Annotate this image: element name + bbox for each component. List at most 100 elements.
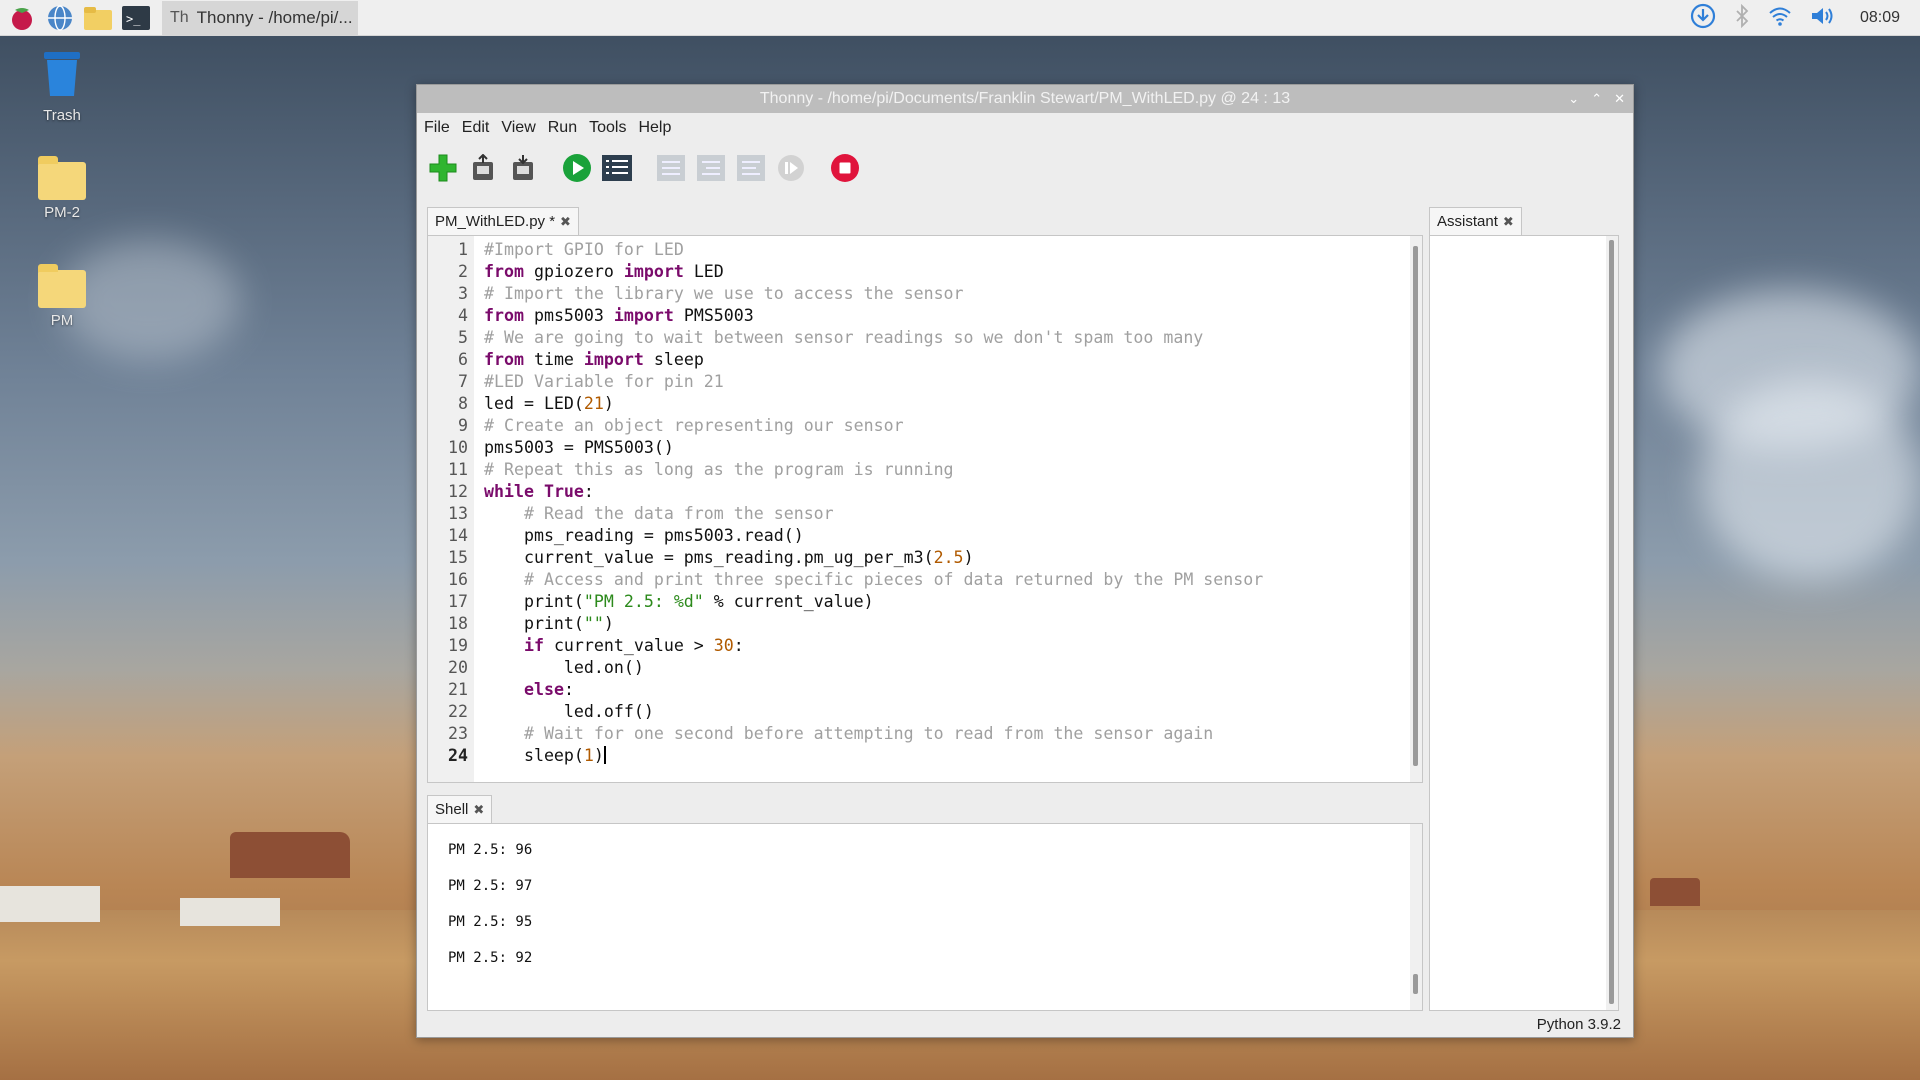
code-text: # Repeat this as long as the program is … [484, 460, 954, 479]
code-editor[interactable]: 1 #Import GPIO for LED 2 from gpiozero imp… [427, 235, 1423, 783]
code-line: 19 if current_value > 30: [428, 635, 1422, 657]
menu-view[interactable]: View [501, 119, 535, 137]
taskbar: >_ Th Thonny - /home/pi/... 08:09 [0, 0, 1920, 36]
line-number: 9 [458, 416, 468, 435]
thonny-window: Thonny - /home/pi/Documents/Franklin Ste… [416, 84, 1634, 1038]
toolbar [417, 143, 1633, 193]
code-text: pms5003 = PMS5003() [484, 438, 674, 457]
volume-icon[interactable] [1810, 5, 1836, 32]
code-text: from time import sleep [484, 350, 704, 369]
step-out-button[interactable] [735, 152, 767, 184]
step-into-button[interactable] [695, 152, 727, 184]
editor-scrollbar[interactable] [1410, 236, 1422, 782]
tab-assistant[interactable]: Assistant ✖ [1429, 207, 1522, 235]
code-text: # Import the library we use to access th… [484, 284, 964, 303]
close-tab-icon[interactable]: ✖ [1503, 214, 1514, 230]
code-text: from pms5003 import PMS5003 [484, 306, 754, 325]
code-line: 21 else: [428, 679, 1422, 701]
code-line: 2 from gpiozero import LED [428, 261, 1422, 283]
tab-shell[interactable]: Shell ✖ [427, 795, 493, 823]
code-text: current_value = pms_reading.pm_ug_per_m3… [484, 548, 974, 567]
desktop-icon-pm[interactable]: PM [30, 264, 94, 329]
line-number: 3 [458, 284, 468, 303]
assistant-scrollbar[interactable] [1606, 236, 1618, 1010]
step-over-button[interactable] [655, 152, 687, 184]
code-text: # We are going to wait between sensor re… [484, 328, 1204, 347]
code-text: #LED Variable for pin 21 [484, 372, 724, 391]
debug-icon [602, 155, 632, 181]
maximize-icon[interactable]: ⌃ [1591, 91, 1602, 107]
code-line: 16 # Access and print three specific pie… [428, 569, 1422, 591]
file-manager-icon[interactable] [82, 3, 114, 33]
menu-tools[interactable]: Tools [589, 119, 626, 137]
menubar: File Edit View Run Tools Help [417, 113, 1633, 143]
window-titlebar[interactable]: Thonny - /home/pi/Documents/Franklin Ste… [417, 85, 1633, 113]
clock[interactable]: 08:09 [1860, 9, 1900, 27]
run-button[interactable] [561, 152, 593, 184]
open-file-button[interactable] [467, 152, 499, 184]
trash-icon [44, 52, 80, 96]
shell-scrollbar[interactable] [1410, 824, 1422, 1010]
minimize-icon[interactable]: ⌄ [1568, 91, 1579, 107]
tab-label: PM_WithLED.py * [435, 213, 556, 230]
line-number: 15 [448, 548, 468, 567]
plus-icon [429, 154, 457, 182]
code-text: pms_reading = pms5003.read() [484, 526, 804, 545]
taskbar-thonny-task[interactable]: Th Thonny - /home/pi/... [162, 0, 358, 35]
browser-icon[interactable] [44, 3, 76, 33]
stop-button[interactable] [829, 152, 861, 184]
code-line: 4 from pms5003 import PMS5003 [428, 305, 1422, 327]
close-icon[interactable]: ✕ [1614, 91, 1625, 107]
terminal-icon[interactable]: >_ [120, 3, 152, 33]
code-line-current: 24 sleep(1) [428, 745, 1422, 767]
menu-file[interactable]: File [424, 119, 450, 137]
code-line: 15 current_value = pms_reading.pm_ug_per… [428, 547, 1422, 569]
window-title: Thonny - /home/pi/Documents/Franklin Ste… [759, 90, 1291, 107]
code-line: 7 #LED Variable for pin 21 [428, 371, 1422, 393]
scrollbar-thumb[interactable] [1413, 974, 1418, 994]
raspberry-menu-icon[interactable] [6, 3, 38, 33]
save-file-button[interactable] [507, 152, 539, 184]
code-line: 14 pms_reading = pms5003.read() [428, 525, 1422, 547]
resume-button[interactable] [775, 152, 807, 184]
line-number: 17 [448, 592, 468, 611]
new-file-button[interactable] [427, 152, 459, 184]
code-line: 9 # Create an object representing our sen… [428, 415, 1422, 437]
close-tab-icon[interactable]: ✖ [473, 802, 484, 818]
line-number: 11 [448, 460, 468, 479]
scrollbar-thumb[interactable] [1609, 240, 1614, 1004]
shell-panel[interactable]: PM 2.5: 96 PM 2.5: 97 PM 2.5: 95 PM 2.5:… [427, 823, 1423, 1011]
cloud [1700, 380, 1920, 580]
debug-button[interactable] [601, 152, 633, 184]
code-line: 1 #Import GPIO for LED [428, 239, 1422, 261]
menu-edit[interactable]: Edit [462, 119, 490, 137]
shell-output-line: PM 2.5: 95 [448, 914, 533, 930]
bluetooth-icon[interactable] [1734, 3, 1750, 33]
wifi-icon[interactable] [1768, 5, 1792, 32]
download-icon[interactable] [1690, 3, 1716, 34]
thonny-icon: Th [170, 8, 189, 26]
desktop-icon-pm-2[interactable]: PM-2 [30, 156, 94, 221]
desktop-icon-trash[interactable]: Trash [30, 46, 94, 124]
line-number: 22 [448, 702, 468, 721]
desktop-icon-label: PM [50, 312, 74, 329]
folder-icon [38, 156, 86, 200]
line-number: 16 [448, 570, 468, 589]
code-line: 12 while True: [428, 481, 1422, 503]
scrollbar-thumb[interactable] [1413, 246, 1418, 766]
close-tab-icon[interactable]: ✖ [560, 214, 571, 230]
code-text: print("PM 2.5: %d" % current_value) [484, 592, 874, 611]
code-line: 5 # We are going to wait between sensor r… [428, 327, 1422, 349]
folder-icon [38, 264, 86, 308]
step-over-icon [657, 155, 685, 181]
line-number: 20 [448, 658, 468, 677]
tab-editor-file[interactable]: PM_WithLED.py * ✖ [427, 207, 579, 235]
building [180, 898, 280, 926]
line-number: 12 [448, 482, 468, 501]
code-text: led.off() [484, 702, 654, 721]
line-number: 18 [448, 614, 468, 633]
desktop-icon-label: PM-2 [44, 204, 80, 221]
code-text: print("") [484, 614, 614, 633]
menu-help[interactable]: Help [638, 119, 671, 137]
menu-run[interactable]: Run [548, 119, 577, 137]
